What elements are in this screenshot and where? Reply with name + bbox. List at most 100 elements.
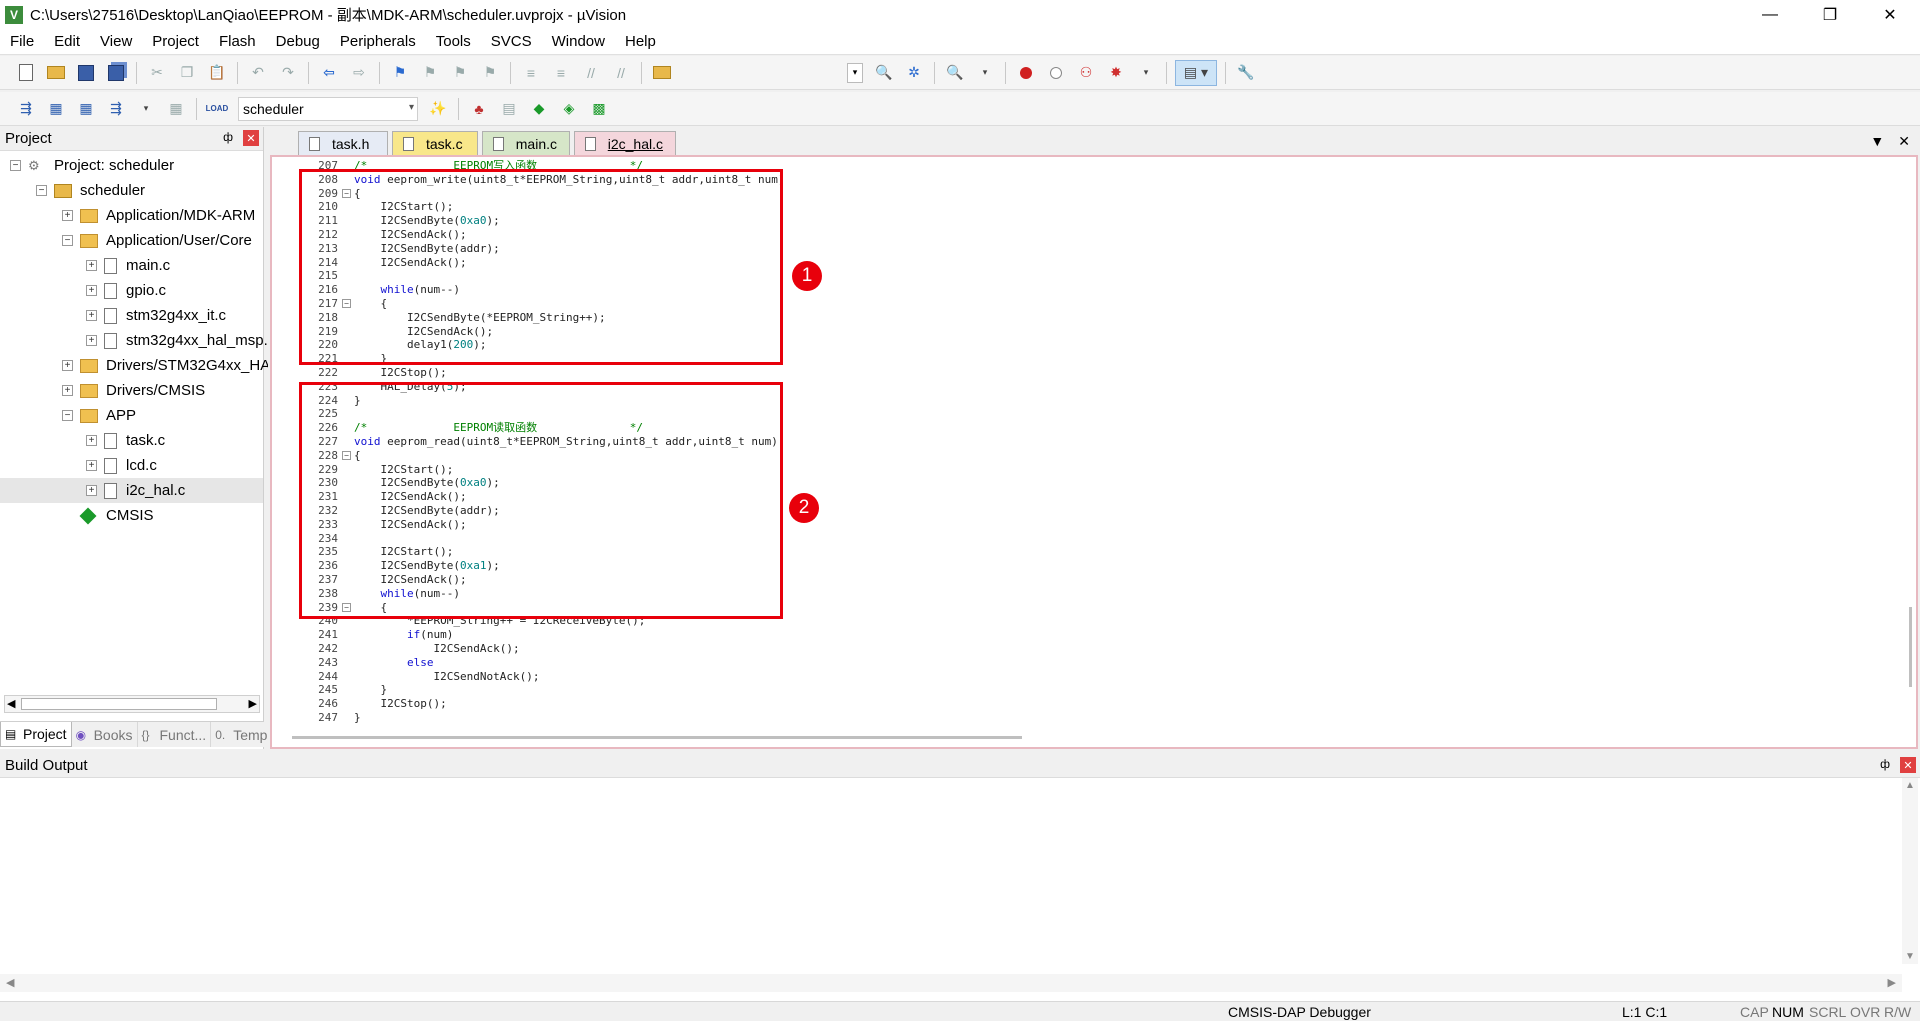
comment-icon[interactable]: // bbox=[579, 61, 603, 85]
tab-project[interactable]: ▤ Project bbox=[0, 722, 72, 747]
clear-bookmarks-icon[interactable]: ⚑ bbox=[478, 61, 502, 85]
insert-breakpoint-icon[interactable] bbox=[1014, 61, 1038, 85]
close-button[interactable]: ✕ bbox=[1860, 0, 1920, 29]
collapse-icon[interactable]: − bbox=[62, 410, 73, 421]
menu-peripherals[interactable]: Peripherals bbox=[330, 29, 426, 55]
uncomment-icon[interactable]: // bbox=[609, 61, 633, 85]
close-panel-icon[interactable]: ✕ bbox=[243, 130, 259, 146]
incremental-find-icon[interactable]: ✲ bbox=[902, 61, 926, 85]
pin-icon[interactable]: ф bbox=[223, 130, 233, 144]
navigate-forward-icon[interactable]: ⇨ bbox=[347, 61, 371, 85]
open-file-icon[interactable] bbox=[44, 61, 68, 85]
expand-icon[interactable]: + bbox=[86, 460, 97, 471]
tab-task-c[interactable]: task.c bbox=[392, 131, 478, 155]
expand-icon[interactable]: + bbox=[86, 435, 97, 446]
indent-icon[interactable]: ≡ bbox=[519, 61, 543, 85]
save-icon[interactable] bbox=[74, 61, 98, 85]
tree-item-group[interactable]: + Drivers/STM32G4xx_HAL_Driver bbox=[0, 353, 327, 378]
tree-item-file[interactable]: + gpio.c bbox=[0, 278, 263, 303]
restore-button[interactable]: ❐ bbox=[1800, 0, 1860, 29]
close-panel-icon[interactable]: ✕ bbox=[1900, 757, 1916, 773]
code-line[interactable]: } bbox=[354, 683, 387, 697]
stop-build-icon[interactable]: ▦ bbox=[164, 97, 188, 121]
configure-icon[interactable]: 🔧 bbox=[1234, 61, 1258, 85]
editor-margin[interactable] bbox=[272, 157, 298, 747]
tab-i2c-hal-c-active[interactable]: i2c_hal.c bbox=[574, 131, 676, 155]
pack-installer-icon[interactable]: ◈ bbox=[557, 97, 581, 121]
collapse-icon[interactable]: − bbox=[62, 235, 73, 246]
target-options-icon[interactable]: ✨ bbox=[426, 97, 450, 121]
redo-icon[interactable]: ↷ bbox=[276, 61, 300, 85]
translate-icon[interactable]: ⇶ bbox=[14, 97, 38, 121]
tree-item-file[interactable]: + stm32g4xx_it.c bbox=[0, 303, 263, 328]
tree-item-file[interactable]: + task.c bbox=[0, 428, 263, 453]
menu-tools[interactable]: Tools bbox=[426, 29, 481, 55]
build-icon[interactable]: ▦ bbox=[44, 97, 68, 121]
close-editor-icon[interactable]: ✕ bbox=[1898, 133, 1910, 150]
menu-window[interactable]: Window bbox=[542, 29, 615, 55]
batch-build-icon[interactable]: ⇶ bbox=[104, 97, 128, 121]
expand-icon[interactable]: + bbox=[86, 260, 97, 271]
target-select[interactable]: scheduler ▾ bbox=[238, 96, 418, 121]
find-icon[interactable]: 🔍 bbox=[872, 61, 896, 85]
breakpoint-dropdown-icon[interactable]: ▾ bbox=[1134, 61, 1158, 85]
select-packs-icon[interactable]: ▩ bbox=[587, 97, 611, 121]
editor-horizontal-scrollbar[interactable] bbox=[292, 736, 1022, 739]
tab-task-h[interactable]: task.h bbox=[298, 131, 388, 155]
tab-list-dropdown-icon[interactable]: ▼ bbox=[1870, 133, 1884, 150]
find-combo-dropdown[interactable]: ▾ bbox=[847, 62, 863, 83]
tab-functions[interactable]: {} Funct... bbox=[138, 722, 212, 747]
navigate-back-icon[interactable]: ⇦ bbox=[317, 61, 341, 85]
collapse-icon[interactable]: − bbox=[36, 185, 47, 196]
scrollbar-thumb[interactable] bbox=[21, 698, 217, 710]
build-dropdown-icon[interactable]: ▾ bbox=[134, 97, 158, 121]
tree-item-group[interactable]: + Drivers/CMSIS bbox=[0, 378, 263, 403]
code-line[interactable]: I2CSendAck(); bbox=[354, 642, 519, 656]
copy-icon[interactable]: ❐ bbox=[175, 61, 199, 85]
unindent-icon[interactable]: ≡ bbox=[549, 61, 573, 85]
tab-main-c[interactable]: main.c bbox=[482, 131, 570, 155]
expand-icon[interactable]: + bbox=[62, 385, 73, 396]
tree-item-component[interactable]: CMSIS bbox=[0, 503, 263, 528]
code-line[interactable]: else bbox=[354, 656, 434, 670]
expand-icon[interactable]: + bbox=[62, 360, 73, 371]
window-layout-icon[interactable]: ▤ ▾ bbox=[1175, 59, 1217, 86]
find-in-files-icon[interactable] bbox=[650, 61, 674, 85]
debug-dropdown-icon[interactable]: ▾ bbox=[973, 61, 997, 85]
tree-item-target[interactable]: − scheduler bbox=[0, 178, 263, 203]
tree-item-group[interactable]: − Application/User/Core bbox=[0, 228, 263, 253]
menu-help[interactable]: Help bbox=[615, 29, 666, 55]
tree-item-project[interactable]: − ⚙ Project: scheduler bbox=[0, 153, 263, 178]
enable-breakpoint-icon[interactable] bbox=[1044, 61, 1068, 85]
expand-icon[interactable]: + bbox=[86, 285, 97, 296]
code-editor[interactable]: 207/* EEPROM写入函数 */208 void eeprom_write(… bbox=[270, 155, 1918, 749]
download-icon[interactable]: LOAD bbox=[205, 97, 229, 121]
scroll-right-icon[interactable]: ▶ bbox=[1888, 976, 1896, 989]
build-output-horizontal-scrollbar[interactable]: ◀ ▶ bbox=[0, 974, 1902, 992]
menu-file[interactable]: File bbox=[0, 29, 44, 55]
prev-bookmark-icon[interactable]: ⚑ bbox=[418, 61, 442, 85]
scroll-down-icon[interactable]: ▼ bbox=[1905, 951, 1915, 962]
collapse-icon[interactable]: − bbox=[10, 160, 21, 171]
editor-vertical-scrollbar[interactable] bbox=[1909, 607, 1912, 687]
pin-icon[interactable]: ф bbox=[1880, 757, 1890, 771]
code-line[interactable]: if(num) bbox=[354, 628, 453, 642]
tree-item-file[interactable]: + main.c bbox=[0, 253, 263, 278]
tree-item-group[interactable]: + Application/MDK-ARM bbox=[0, 203, 263, 228]
scroll-left-icon[interactable]: ◀ bbox=[7, 697, 15, 710]
tree-item-file[interactable]: + stm32g4xx_hal_msp.c bbox=[0, 328, 275, 353]
tree-item-file[interactable]: + lcd.c bbox=[0, 453, 263, 478]
disable-breakpoints-icon[interactable]: ⚇ bbox=[1074, 61, 1098, 85]
file-extensions-icon[interactable]: ♣ bbox=[467, 97, 491, 121]
cut-icon[interactable]: ✂ bbox=[145, 61, 169, 85]
menu-debug[interactable]: Debug bbox=[266, 29, 330, 55]
tree-item-group[interactable]: − APP bbox=[0, 403, 263, 428]
run-time-environment-icon[interactable]: ◆ bbox=[527, 97, 551, 121]
scroll-left-icon[interactable]: ◀ bbox=[6, 976, 14, 989]
tree-item-file-selected[interactable]: + i2c_hal.c bbox=[0, 478, 263, 503]
project-tree-scrollbar[interactable]: ◀ ▶ bbox=[4, 695, 260, 713]
manage-components-icon[interactable]: ▤ bbox=[497, 97, 521, 121]
debug-session-icon[interactable]: 🔍 bbox=[943, 61, 967, 85]
scroll-up-icon[interactable]: ▲ bbox=[1905, 780, 1915, 791]
menu-svcs[interactable]: SVCS bbox=[481, 29, 542, 55]
